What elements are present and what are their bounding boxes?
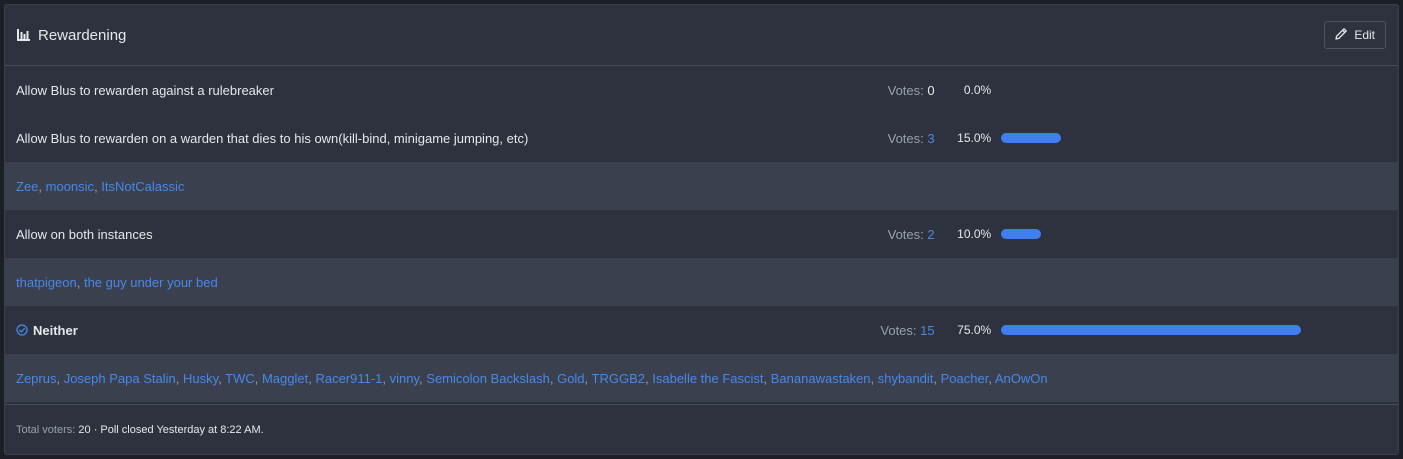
poll-header: Rewardening Edit	[5, 5, 1398, 66]
voter-link[interactable]: thatpigeon	[16, 275, 77, 290]
poll-block: Rewardening Edit Allow Blus to rewarden …	[4, 4, 1399, 455]
poll-option-label: Allow on both instances	[16, 227, 823, 242]
vote-count: Votes: 15	[823, 322, 934, 338]
voter-link[interactable]: vinny	[390, 371, 419, 386]
vote-bar-track	[1001, 325, 1398, 335]
voter-link[interactable]: Gold	[557, 371, 584, 386]
voter-link[interactable]: the guy under your bed	[84, 275, 218, 290]
poll-title: Rewardening	[17, 27, 126, 44]
voter-link[interactable]: Semicolon Backslash	[426, 371, 550, 386]
poll-option-row: Neither Votes: 15 75.0%	[5, 306, 1398, 354]
poll-option-label: Neither	[16, 323, 823, 338]
bar-chart-icon	[17, 29, 30, 41]
votes-number: 0	[927, 82, 935, 98]
vote-percent: 0.0%	[963, 83, 992, 97]
vote-percent: 15.0%	[957, 131, 992, 145]
voter-link[interactable]: Magglet	[262, 371, 308, 386]
votes-number[interactable]: 2	[927, 227, 934, 242]
vote-bar	[1001, 133, 1062, 143]
voter-link[interactable]: TRGGB2	[592, 371, 645, 386]
poll-option-row: Allow Blus to rewarden against a rulebre…	[5, 66, 1398, 114]
votes-number[interactable]: 3	[927, 131, 934, 146]
voter-link[interactable]: Isabelle the Fascist	[652, 371, 763, 386]
edit-button[interactable]: Edit	[1324, 21, 1386, 49]
voter-link[interactable]: Joseph Papa Stalin	[64, 371, 176, 386]
voter-link[interactable]: Racer911-1	[315, 371, 382, 386]
voter-list-row: Zee, moonsic, ItsNotCalassic	[5, 162, 1398, 210]
vote-bar	[1001, 325, 1302, 335]
votes-label: Votes:	[887, 130, 924, 146]
voter-list: thatpigeon, the guy under your bed	[16, 274, 218, 290]
poll-option-text: Allow on both instances	[16, 226, 153, 242]
voter-link[interactable]: Husky	[183, 371, 218, 386]
poll-closed-text: · Poll closed Yesterday at 8:22 AM.	[93, 423, 264, 436]
voter-link[interactable]: TWC	[225, 371, 255, 386]
poll-option-label: Allow Blus to rewarden on a warden that …	[16, 131, 823, 146]
poll-option-row: Allow Blus to rewarden on a warden that …	[5, 114, 1398, 162]
vote-bar	[1001, 229, 1042, 239]
poll-option-text: Neither	[33, 322, 78, 338]
voter-link[interactable]: Bananawastaken	[771, 371, 871, 386]
voter-list: Zeprus, Joseph Papa Stalin, Husky, TWC, …	[16, 370, 1048, 386]
vote-percent: 75.0%	[957, 323, 992, 337]
voter-link[interactable]: shybandit	[878, 371, 934, 386]
total-voters-label: Total voters:	[16, 423, 76, 436]
poll-option-label: Allow Blus to rewarden against a rulebre…	[16, 83, 823, 98]
voter-list-row: thatpigeon, the guy under your bed	[5, 258, 1398, 306]
poll-footer: Total voters: 20 · Poll closed Yesterday…	[5, 404, 1398, 454]
voter-link[interactable]: Poacher	[941, 371, 989, 386]
voter-link[interactable]: Zeprus	[16, 371, 56, 386]
vote-bar-track	[1001, 85, 1398, 95]
votes-label: Votes:	[880, 322, 917, 338]
check-circle-icon	[16, 324, 28, 336]
vote-count: Votes: 2	[823, 227, 935, 242]
votes-number[interactable]: 15	[920, 323, 934, 338]
edit-button-label: Edit	[1354, 28, 1375, 42]
vote-bar-track	[1001, 229, 1398, 239]
vote-count: Votes: 0	[823, 83, 935, 98]
vote-count: Votes: 3	[823, 131, 935, 146]
voter-link[interactable]: Zee	[16, 179, 38, 194]
poll-option-text: Allow Blus to rewarden on a warden that …	[16, 130, 529, 146]
poll-option-row: Allow on both instances Votes: 2 10.0%	[5, 210, 1398, 258]
poll-option-text: Allow Blus to rewarden against a rulebre…	[16, 82, 274, 98]
vote-bar-track	[1001, 133, 1398, 143]
voter-link[interactable]: moonsic	[46, 179, 94, 194]
poll-title-text: Rewardening	[38, 26, 127, 44]
poll-options: Allow Blus to rewarden against a rulebre…	[5, 66, 1398, 402]
voter-link[interactable]: AnOwOn	[995, 371, 1048, 386]
vote-percent: 10.0%	[957, 227, 992, 241]
total-voters-value: 20	[78, 423, 91, 436]
voter-link[interactable]: ItsNotCalassic	[101, 179, 184, 194]
voter-list-row: Zeprus, Joseph Papa Stalin, Husky, TWC, …	[5, 354, 1398, 402]
pencil-icon	[1335, 27, 1348, 43]
votes-label: Votes:	[887, 82, 924, 98]
votes-label: Votes:	[887, 226, 924, 242]
voter-list: Zee, moonsic, ItsNotCalassic	[16, 178, 185, 194]
